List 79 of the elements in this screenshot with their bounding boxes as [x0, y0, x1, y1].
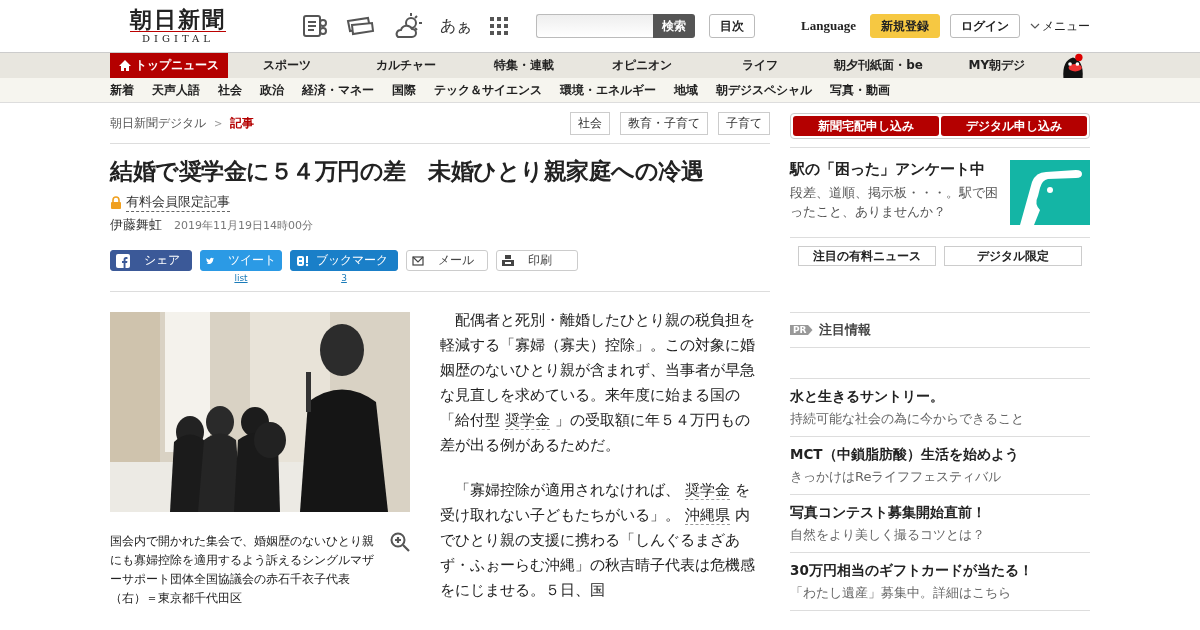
publish-date: 2019年11月19日14時00分 [174, 218, 313, 233]
pr-badge: PR [790, 325, 813, 335]
index-button[interactable]: 目次 [709, 14, 755, 38]
share-button[interactable]: ブックマーク [290, 250, 398, 271]
font-size-toggle[interactable]: あぁ [440, 15, 472, 37]
sponsored-text: 「わたし遺産」募集中。詳細はこちら [790, 584, 1012, 602]
search-button[interactable]: 検索 [653, 14, 695, 38]
nav-tab[interactable]: オピニオン [583, 53, 702, 78]
share-count[interactable]: list [234, 273, 248, 285]
site-logo[interactable]: 朝日新聞 [130, 6, 226, 32]
menu-button[interactable]: メニュー [1030, 17, 1090, 35]
sponsored-text: 持続可能な社会の為に今からできること [790, 410, 1025, 428]
category-link[interactable]: 経済・マネー [302, 81, 374, 99]
grid-icon[interactable] [490, 17, 508, 35]
facebook-icon [116, 253, 130, 268]
author-name: 伊藤舞虹 [110, 216, 162, 234]
station-logo-icon[interactable] [1010, 160, 1090, 225]
news-tab[interactable]: 注目の有料ニュース [798, 246, 936, 266]
topic-tag[interactable]: 社会 [570, 111, 610, 135]
lock-icon [110, 196, 122, 209]
term-link[interactable]: 奨学金 [504, 411, 550, 430]
nav-tab[interactable]: 朝夕刊紙面・be [819, 53, 938, 78]
sponsored-text: きっかけはReライフフェスティバル [790, 468, 1003, 486]
nav-tab[interactable]: カルチャー [346, 53, 465, 78]
logo-subtitle: DIGITAL [142, 31, 214, 46]
weather-icon[interactable] [394, 13, 422, 39]
nav-tab[interactable]: ライフ [701, 53, 820, 78]
category-link[interactable]: 社会 [218, 81, 242, 99]
sponsored-text: 自然をより美しく撮るコツとは？ [790, 526, 986, 544]
term-link[interactable]: 沖縄県 [684, 506, 730, 525]
category-link[interactable]: テック＆サイエンス [434, 81, 542, 99]
article-paragraph: 「寡婦控除が適用されなければ、 奨学金 を受け取れない子どもたちがいる」。 沖縄県 内でひとり親の支援に携わる「しんぐるまざあず・ふぉーらむ沖縄」の秋吉晴子代表は危機感をにじませる。５日、国 [440, 480, 755, 601]
share-count[interactable]: 3 [341, 273, 347, 285]
printer-icon [502, 255, 514, 266]
breadcrumb-link[interactable]: 朝日新聞デジタル [110, 114, 206, 132]
category-link[interactable]: 環境・エネルギー [560, 81, 656, 99]
nav-tab[interactable]: 特集・連載 [464, 53, 583, 78]
language-link[interactable]: Language [801, 18, 856, 34]
subscribe-button[interactable]: 新聞宅配申し込み [793, 116, 939, 136]
sponsored-title[interactable]: MCT（中鎖脂肪酸）生活を始めよう [790, 446, 1090, 464]
sponsored-title[interactable]: 写真コンテスト募集開始直前！ [790, 504, 1090, 522]
sponsored-title[interactable]: 30万円相当のギフトカードが当たる！ [790, 562, 1090, 580]
promo-text: 段差、道順、掲示板・・・。駅で困ったこと、ありませんか？ [790, 184, 999, 221]
share-button[interactable]: 印刷 [496, 250, 578, 271]
login-button[interactable]: ログイン [950, 14, 1020, 38]
category-link[interactable]: 写真・動画 [830, 81, 890, 99]
home-icon [119, 60, 132, 71]
register-button[interactable]: 新規登録 [870, 14, 940, 38]
share-button[interactable]: シェア [110, 250, 192, 271]
news-tab[interactable]: デジタル限定 [944, 246, 1082, 266]
breadcrumb-separator: > [214, 117, 223, 129]
breadcrumb-link[interactable]: 記事 [230, 114, 255, 132]
article-title: 結婚で奨学金に５４万円の差 未婚ひとり親家庭への冷遇 [110, 157, 705, 186]
newspaper-icon[interactable] [302, 14, 328, 38]
sponsored-title[interactable]: 水と生きるサントリー。 [790, 388, 1090, 406]
nav-tab[interactable]: MY朝デジ [937, 53, 1056, 78]
nav-tab[interactable]: トップニュース [110, 53, 229, 78]
tickets-icon[interactable] [346, 15, 376, 37]
category-link[interactable]: 新着 [110, 81, 134, 99]
zoom-in-icon[interactable] [390, 532, 410, 552]
share-button[interactable]: メール [406, 250, 488, 271]
category-link[interactable]: 天声人語 [152, 81, 200, 99]
promo-title[interactable]: 駅の「困った」アンケート中 [790, 160, 1000, 179]
topic-tag[interactable]: 子育て [718, 111, 770, 135]
category-link[interactable]: 国際 [392, 81, 416, 99]
category-link[interactable]: 政治 [260, 81, 284, 99]
section-title: 注目情報 [818, 321, 871, 339]
category-link[interactable]: 朝デジスペシャル [716, 81, 812, 99]
search-field[interactable] [536, 14, 653, 38]
article-paragraph: 配偶者と死別・離婚したひとり親の税負担を軽減する「寡婦（寡夫）控除」。この対象に婚姻歴のないひとり親が含まれず、当事者が早急な見直しを求めている。来年度に始まる国の「給付型 奨学金 」の受取額に年５４万円もの差が出る例があるためだ。 [440, 310, 755, 456]
paywall-link[interactable]: 有料会員限定記事 [126, 193, 230, 212]
subscribe-button[interactable]: デジタル申し込み [941, 116, 1087, 136]
chevron-down-icon [1030, 22, 1040, 30]
topic-tag[interactable]: 教育・子育て [620, 111, 708, 135]
envelope-icon [412, 255, 424, 266]
photo-caption: 国会内で開かれた集会で、婚姻歴のないひとり親にも寡婦控除を適用するよう訴えるシングルマザーサポート団体全国協議会の赤石千衣子代表（右）＝東京都千代田区 [110, 533, 375, 607]
category-link[interactable]: 地域 [674, 81, 698, 99]
nav-tab[interactable]: スポーツ [228, 53, 347, 78]
term-link[interactable]: 奨学金 [684, 481, 730, 500]
